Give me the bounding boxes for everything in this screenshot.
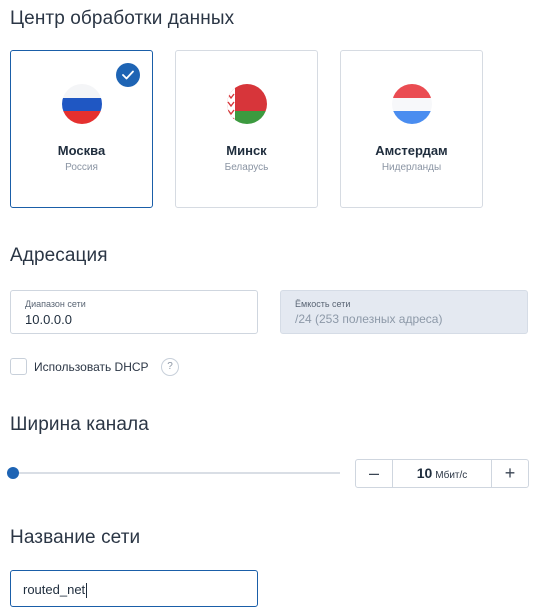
network-range-label: Диапазон сети [25, 299, 86, 309]
city-label: Минск [226, 143, 267, 158]
network-name-value: routed_net [23, 582, 86, 597]
bandwidth-slider-track[interactable] [13, 472, 340, 474]
country-label: Нидерланды [381, 162, 442, 173]
bandwidth-title: Ширина канала [10, 414, 149, 435]
text-caret [86, 583, 88, 599]
city-label: Москва [57, 143, 106, 158]
flag-russia-icon [61, 84, 102, 124]
country-label: Россия [65, 162, 98, 173]
dhcp-checkbox[interactable] [10, 358, 27, 375]
network-name-input[interactable]: routed_net [10, 570, 258, 607]
network-capacity-field: Ёмкость сети /24 (253 полезных адреса) [280, 290, 528, 334]
flag-netherlands-icon [391, 84, 432, 124]
addressing-title: Адресация [10, 245, 108, 266]
checkmark-icon [116, 63, 140, 87]
flag-belarus-icon [226, 84, 267, 124]
dhcp-label[interactable]: Использовать DHCP [34, 360, 149, 374]
datacenter-title: Центр обработки данных [10, 8, 235, 29]
country-label: Беларусь [224, 162, 269, 173]
bandwidth-number: 10 [416, 465, 433, 481]
bandwidth-value[interactable]: 10 Мбит/с [393, 460, 491, 487]
network-capacity-label: Ёмкость сети [295, 299, 351, 309]
bandwidth-stepper: – 10 Мбит/с + [355, 459, 529, 488]
decrement-button[interactable]: – [356, 460, 393, 487]
network-range-value: 10.0.0.0 [25, 312, 72, 327]
network-name-title: Название сети [10, 527, 141, 548]
network-range-field[interactable]: Диапазон сети 10.0.0.0 [10, 290, 258, 334]
bandwidth-slider-handle[interactable] [7, 467, 19, 479]
datacenter-card-minsk[interactable]: Минск Беларусь [175, 50, 318, 208]
datacenter-card-moscow[interactable]: Москва Россия [10, 50, 153, 208]
network-capacity-value: /24 (253 полезных адреса) [295, 312, 443, 326]
increment-button[interactable]: + [491, 460, 528, 487]
datacenter-card-amsterdam[interactable]: Амстердам Нидерланды [340, 50, 483, 208]
bandwidth-unit: Мбит/с [435, 470, 468, 481]
city-label: Амстердам [375, 143, 448, 158]
help-icon[interactable]: ? [161, 358, 179, 376]
